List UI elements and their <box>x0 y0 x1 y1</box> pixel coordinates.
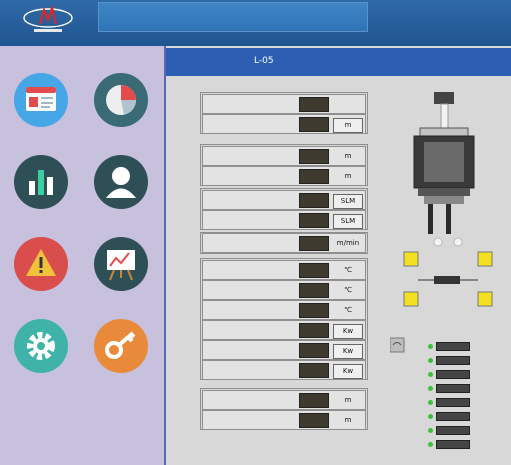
param-value <box>299 149 329 164</box>
nav-tile-settings[interactable] <box>2 305 79 378</box>
param-group-furnace: ℃ ℃ ℃ Kw Kw Kw <box>200 258 368 380</box>
status-indicator <box>436 426 470 435</box>
param-row: m <box>202 166 366 186</box>
status-led <box>428 428 433 433</box>
gear-icon <box>14 319 68 373</box>
param-value <box>299 263 329 278</box>
param-group-wire: m m <box>200 144 368 186</box>
param-unit: ℃ <box>344 306 352 314</box>
param-value <box>299 343 329 358</box>
company-logo <box>18 2 78 36</box>
main-panel: L-05 m m m SLM SLM m/min ℃ ℃ ℃ Kw Kw Kw … <box>166 46 511 465</box>
param-unit: Kw <box>333 364 363 379</box>
pulley-left <box>433 237 463 247</box>
param-row <box>202 94 366 114</box>
param-group-length: m <box>200 92 368 134</box>
nav-tile-alarm[interactable] <box>2 223 79 296</box>
top-bar <box>0 0 511 46</box>
nav-tile-bar-chart[interactable] <box>2 141 79 214</box>
param-row: Kw <box>202 340 366 360</box>
param-row: ℃ <box>202 300 366 320</box>
pie-chart-icon <box>94 73 148 127</box>
param-group-gas: SLM SLM <box>200 188 368 230</box>
param-value <box>299 283 329 298</box>
status-led <box>428 414 433 419</box>
param-group-speed: m/min <box>200 232 368 254</box>
param-value <box>299 213 329 228</box>
status-indicator <box>436 356 470 365</box>
param-unit: ℃ <box>344 286 352 294</box>
param-value <box>299 303 329 318</box>
warning-icon <box>14 237 68 291</box>
param-group-bottom: m m <box>200 388 368 430</box>
status-led <box>428 442 433 447</box>
param-unit: SLM <box>333 194 363 209</box>
param-row: ℃ <box>202 260 366 280</box>
nav-tile-trend[interactable] <box>82 223 159 296</box>
param-row: m <box>202 390 366 410</box>
param-value <box>299 363 329 378</box>
param-row: m <box>202 146 366 166</box>
status-led <box>428 400 433 405</box>
capstan <box>390 337 405 353</box>
status-indicator <box>436 412 470 421</box>
param-unit: Kw <box>333 324 363 339</box>
param-row: Kw <box>202 320 366 340</box>
device-number-value: L-05 <box>254 56 274 66</box>
param-unit: m/min <box>336 239 360 247</box>
user-icon <box>94 155 148 209</box>
wire-guides <box>403 251 493 307</box>
furnace-diagram <box>390 92 493 353</box>
presentation-chart-icon <box>94 237 148 291</box>
param-unit: m <box>333 118 363 133</box>
device-header: L-05 <box>166 48 511 76</box>
param-value <box>299 193 329 208</box>
status-indicator <box>436 398 470 407</box>
nav-tile-browser[interactable] <box>2 59 79 132</box>
nav-tile-pie-chart[interactable] <box>82 59 159 132</box>
param-value <box>299 169 329 184</box>
param-value <box>299 393 329 408</box>
param-unit: SLM <box>333 214 363 229</box>
nav-tile-password[interactable] <box>82 305 159 378</box>
key-icon <box>94 319 148 373</box>
status-led <box>428 372 433 377</box>
param-unit: Kw <box>333 344 363 359</box>
title-field <box>98 2 368 32</box>
bar-chart-icon <box>14 155 68 209</box>
param-unit: m <box>344 152 352 160</box>
status-indicator <box>436 370 470 379</box>
param-row: ℃ <box>202 280 366 300</box>
furnace-body <box>413 92 475 234</box>
param-row: SLM <box>202 190 366 210</box>
param-value <box>299 323 329 338</box>
param-row: m/min <box>202 233 366 253</box>
param-row: Kw <box>202 360 366 380</box>
status-led <box>428 344 433 349</box>
param-unit: m <box>344 416 352 424</box>
param-row: SLM <box>202 210 366 230</box>
param-unit: m <box>344 396 352 404</box>
nav-panel <box>0 46 166 465</box>
param-value <box>299 236 329 251</box>
status-indicator <box>436 384 470 393</box>
status-led <box>428 358 433 363</box>
param-value <box>299 413 329 428</box>
status-indicator <box>436 342 470 351</box>
param-value <box>299 97 329 112</box>
param-unit: ℃ <box>344 266 352 274</box>
status-led <box>428 386 433 391</box>
param-row: m <box>202 114 366 134</box>
status-indicator <box>436 440 470 449</box>
browser-window-icon <box>14 73 68 127</box>
param-row: m <box>202 410 366 430</box>
param-unit: m <box>344 172 352 180</box>
param-value <box>299 117 329 132</box>
status-indicators <box>428 342 478 462</box>
nav-tile-user[interactable] <box>82 141 159 214</box>
